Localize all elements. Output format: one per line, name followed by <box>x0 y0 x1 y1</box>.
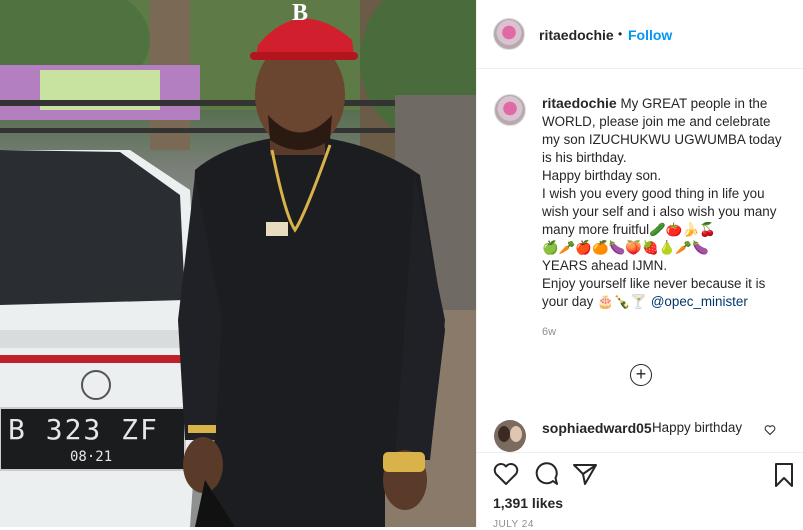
caption-text: My GREAT people in the WORLD, please joi… <box>542 96 782 309</box>
comment-avatar[interactable] <box>494 420 526 452</box>
caption-username[interactable]: ritaedochie <box>542 95 617 111</box>
header-separator: • <box>618 27 623 41</box>
caption-age[interactable]: 6w <box>542 326 556 338</box>
caption-body: ritaedochie My GREAT people in the WORLD… <box>542 94 790 311</box>
caption-avatar[interactable] <box>494 94 526 126</box>
author-username[interactable]: ritaedochie <box>539 27 614 43</box>
post-actions: 1,391 likes JULY 24 <box>477 452 803 530</box>
author-avatar[interactable] <box>493 18 525 50</box>
comment-username[interactable]: sophiaedward05 <box>542 420 652 436</box>
caption-mention[interactable]: @opec_minister <box>651 294 748 309</box>
photo-illustration <box>0 0 476 527</box>
heart-icon[interactable] <box>764 424 776 439</box>
post-photo[interactable]: B B 323 ZF 08·21 <box>0 0 476 527</box>
bookmark-icon[interactable] <box>773 462 795 493</box>
post-date[interactable]: JULY 24 <box>493 519 534 530</box>
license-plate-date: 08·21 <box>70 449 113 465</box>
share-icon[interactable] <box>572 462 598 491</box>
post-sidebar: ritaedochie • Follow ritaedochie My GREA… <box>476 0 803 530</box>
comment-icon[interactable] <box>533 462 559 491</box>
likes-count[interactable]: 1,391 likes <box>493 495 563 511</box>
cap-logo: B <box>292 0 309 26</box>
post-header: ritaedochie • Follow <box>477 0 803 69</box>
license-plate-number: B 323 ZF <box>8 413 159 446</box>
follow-button[interactable]: Follow <box>628 27 672 43</box>
comment-text: Happy birthday <box>652 420 743 435</box>
plus-circle-icon[interactable]: + <box>630 364 652 386</box>
heart-icon[interactable] <box>493 462 519 491</box>
